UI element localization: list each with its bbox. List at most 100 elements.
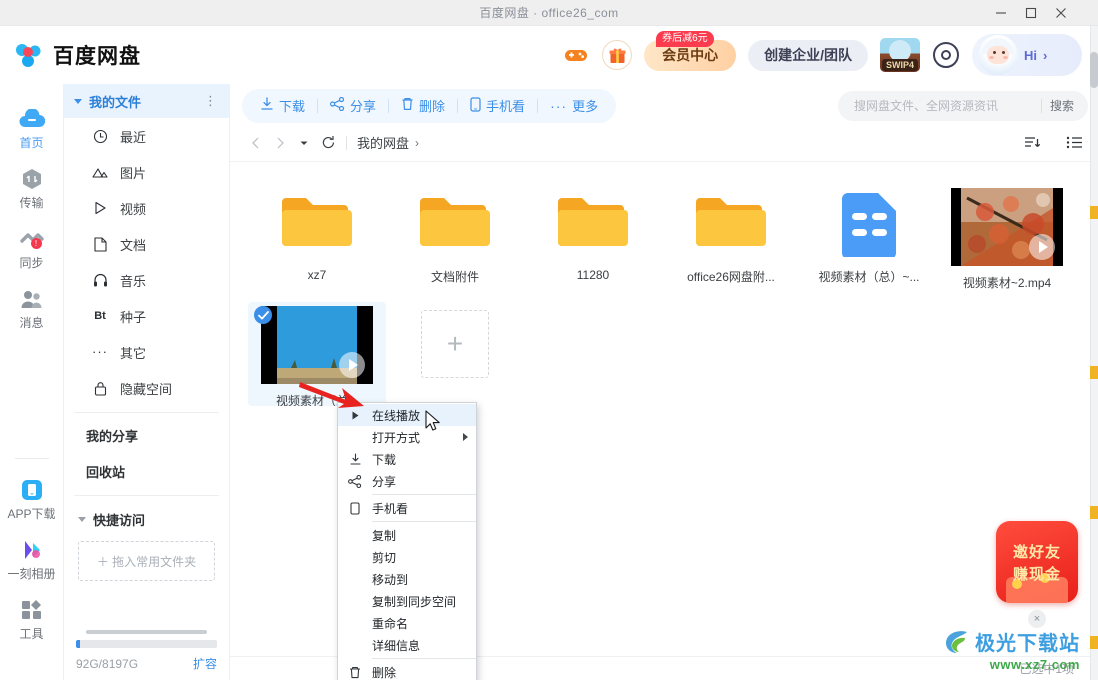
selection-checkmark-icon[interactable] xyxy=(254,306,272,324)
search-button[interactable]: 搜索 xyxy=(1050,97,1084,114)
context-menu-item-copy-to-sync[interactable]: 复制到同步空间 xyxy=(338,590,476,612)
tree-item-hidden-space[interactable]: 隐藏空间 xyxy=(64,370,229,406)
tree-item-others[interactable]: ··· 其它 xyxy=(64,334,229,370)
context-menu-item-share[interactable]: 分享 xyxy=(338,470,476,492)
add-icon[interactable]: + xyxy=(421,310,489,378)
tree-item-music[interactable]: 音乐 xyxy=(64,262,229,298)
rail-label: 消息 xyxy=(19,316,44,330)
context-menu-label: 剪切 xyxy=(372,550,397,565)
file-item-video[interactable]: 视频素材~2.mp4 xyxy=(938,182,1076,302)
rail-item-app-download[interactable]: APP下载 xyxy=(0,469,64,529)
caret-down-icon[interactable] xyxy=(292,131,316,155)
maximize-icon[interactable] xyxy=(1016,1,1046,25)
swip-banner-icon[interactable]: SWIP4 xyxy=(880,38,920,72)
rail-label: 工具 xyxy=(19,627,44,641)
share-button[interactable]: 分享 xyxy=(318,89,388,123)
rail-item-transfer[interactable]: 传输 xyxy=(0,158,64,218)
tree-header-my-files[interactable]: 我的文件 ⋮ xyxy=(64,84,229,118)
quick-access-dropzone[interactable]: ＋ 拖入常用文件夹 xyxy=(78,541,215,581)
play-icon[interactable] xyxy=(1029,234,1055,260)
quick-access-header[interactable]: 快捷访问 xyxy=(64,500,229,535)
tree-horizontal-scrollbar[interactable] xyxy=(86,630,207,634)
rail-item-album[interactable]: 一刻相册 xyxy=(0,529,64,589)
play-icon[interactable] xyxy=(339,352,365,378)
context-menu-item-cut[interactable]: 剪切 xyxy=(338,546,476,568)
close-icon[interactable]: × xyxy=(1028,610,1046,628)
tree-item-documents[interactable]: 文档 xyxy=(64,226,229,262)
rail-label: 传输 xyxy=(19,196,44,210)
more-button[interactable]: ··· 更多 xyxy=(538,89,610,123)
vip-center-button[interactable]: 券后减6元 会员中心 xyxy=(644,30,737,71)
rail-item-sync[interactable]: ! 同步 xyxy=(0,218,64,278)
file-item-folder[interactable]: 11280 xyxy=(524,182,662,302)
phone-app-icon xyxy=(19,478,45,502)
app-body: 首页 传输 ! 同步 消息 APP下载 一刻相册 工具 我的文件 ⋮ 最近 图片… xyxy=(0,84,1098,680)
context-menu-item-rename[interactable]: 重命名 xyxy=(338,612,476,634)
close-icon[interactable] xyxy=(1046,1,1076,25)
app-header: 百度网盘 券后减6元 会员中心 创建企业/团队 SWIP4 Hi › xyxy=(0,26,1098,84)
context-menu-item-move-to[interactable]: 移动到 xyxy=(338,568,476,590)
phone-view-button[interactable]: 手机看 xyxy=(458,89,537,123)
breadcrumb-item-root[interactable]: 我的网盘 xyxy=(357,133,409,152)
tree-item-label: 最近 xyxy=(120,129,147,145)
context-menu-item-phone-view[interactable]: 手机看 xyxy=(338,497,476,519)
file-item-folder[interactable]: xz7 xyxy=(248,182,386,302)
sort-icon[interactable] xyxy=(1020,131,1044,155)
file-item-folder[interactable]: office26网盘附... xyxy=(662,182,800,302)
context-menu-item-details[interactable]: 详细信息 xyxy=(338,634,476,656)
tree-item-recycle-bin[interactable]: 回收站 xyxy=(64,453,229,489)
context-menu-label: 复制到同步空间 xyxy=(372,594,457,609)
vertical-scrollbar-thumb[interactable] xyxy=(1090,52,1098,88)
create-team-button[interactable]: 创建企业/团队 xyxy=(748,39,868,71)
vip-badge: 券后减6元 xyxy=(656,30,714,47)
invite-promo-card[interactable]: 邀好友 赚现金 xyxy=(996,521,1078,603)
download-button[interactable]: 下载 xyxy=(248,89,317,123)
more-vertical-icon[interactable]: ⋮ xyxy=(204,94,217,107)
context-menu-item-copy[interactable]: 复制 xyxy=(338,524,476,546)
rail-item-home[interactable]: 首页 xyxy=(0,98,64,158)
gift-icon[interactable] xyxy=(602,40,633,70)
delete-label: 删除 xyxy=(419,99,446,114)
tree-item-label: 图片 xyxy=(120,165,147,181)
file-item-video-selected[interactable]: 视频素材（总... xyxy=(248,302,386,406)
search-box: 搜索 xyxy=(838,90,1088,121)
rail-item-messages[interactable]: 消息 xyxy=(0,278,64,338)
brand[interactable]: 百度网盘 xyxy=(14,40,141,70)
tree-item-my-shares[interactable]: 我的分享 xyxy=(64,417,229,453)
context-menu-item-online-play[interactable]: 在线播放 xyxy=(338,404,476,426)
tree-item-videos[interactable]: 视频 xyxy=(64,190,229,226)
download-label: 下载 xyxy=(279,99,306,114)
context-menu-item-open-with[interactable]: 打开方式 xyxy=(338,426,476,448)
selection-status: 已选中1项 xyxy=(1019,662,1074,676)
play-icon xyxy=(338,411,372,420)
target-icon[interactable] xyxy=(932,41,960,69)
search-input[interactable] xyxy=(854,98,1037,113)
context-menu-item-download[interactable]: 下载 xyxy=(338,448,476,470)
sync-icon: ! xyxy=(19,227,45,251)
context-menu-label: 删除 xyxy=(372,665,397,680)
user-profile-chip[interactable]: Hi › xyxy=(972,34,1082,76)
gamepad-icon[interactable] xyxy=(562,41,590,69)
tree-item-label: 种子 xyxy=(120,309,147,325)
file-tree-sidebar: 我的文件 ⋮ 最近 图片 视频 文档 音乐 Bt 种子 ··· 其它 隐藏空间 … xyxy=(64,84,230,680)
folder-icon xyxy=(551,188,635,260)
view-controls xyxy=(1020,131,1086,155)
tree-item-bt[interactable]: Bt 种子 xyxy=(64,298,229,334)
storage-expand-link[interactable]: 扩容 xyxy=(193,655,217,672)
tree-item-recent[interactable]: 最近 xyxy=(64,118,229,154)
dropzone-label: ＋ 拖入常用文件夹 xyxy=(96,554,197,569)
context-menu-item-delete[interactable]: 删除 xyxy=(338,661,476,680)
file-item-folder[interactable]: 文档附件 xyxy=(386,182,524,302)
chevron-left-icon[interactable] xyxy=(244,131,268,155)
file-item-document[interactable]: 视频素材（总）~... xyxy=(800,182,938,302)
list-view-icon[interactable] xyxy=(1062,131,1086,155)
tree-item-images[interactable]: 图片 xyxy=(64,154,229,190)
refresh-icon[interactable] xyxy=(316,131,340,155)
submenu-arrow-icon xyxy=(463,433,468,441)
delete-button[interactable]: 删除 xyxy=(389,89,457,123)
chevron-right-icon[interactable] xyxy=(268,131,292,155)
minimize-icon[interactable] xyxy=(986,1,1016,25)
promo-line2: 赚现金 xyxy=(1012,565,1061,583)
rail-item-tools[interactable]: 工具 xyxy=(0,589,64,649)
context-menu-label: 移动到 xyxy=(372,572,409,587)
